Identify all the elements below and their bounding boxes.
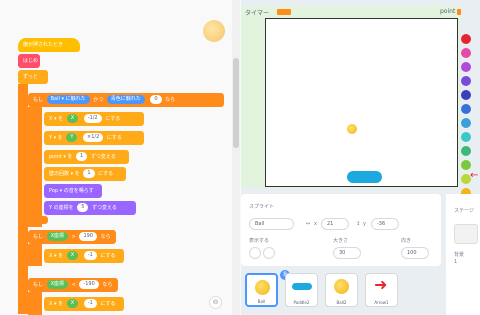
change-y-block[interactable]: Y の座標を 5 ずつ変える [44,201,136,215]
x-arrow-icon: ↔ [306,221,311,227]
color-swatch-0[interactable] [461,34,471,44]
if-block-1-end [28,216,48,224]
x-label: x [314,221,317,227]
color-swatch-8[interactable] [461,146,471,156]
green-flag-hat-block[interactable]: 旗が押されたとき [18,38,80,52]
touching-color-sensor[interactable]: 青色に触れた [106,95,145,104]
zoom-out-button[interactable]: ⊖ [209,296,222,309]
stage-monitors: タイマー point [241,6,461,18]
color-swatch-2[interactable] [461,62,471,72]
if-block-3[interactable]: もし X座標 < -190 なら [28,278,118,292]
ball-thumbnail [255,280,270,295]
stage-canvas[interactable] [265,18,458,187]
if-block-3-c-bar [28,292,42,315]
y-label: y [363,221,366,227]
color-swatch-6[interactable] [461,118,471,128]
sprite-card-name: Ball [257,299,266,304]
paddle-thumbnail [292,283,312,290]
ball2-thumbnail [334,279,349,294]
sprite-card-ball2[interactable]: Ball2 [325,273,358,307]
ball-sprite[interactable] [347,124,357,134]
color-swatch-3[interactable] [461,76,471,86]
show-visible-button[interactable] [249,247,261,259]
set-hit-count-block[interactable]: 壁の回数 ▾ を 1 にする [44,167,126,181]
play-sound-block[interactable]: Pop ▾ の音を鳴らす [44,184,102,198]
forever-c-bar [18,84,28,314]
change-point-block[interactable]: point ▾ を 1 ずつ変える [44,150,129,164]
forever-block[interactable]: ずっと [18,70,48,84]
code-scrollbar-thumb[interactable] [233,58,239,148]
y-arrow-icon: ↕ [356,221,361,227]
color-swatch-4[interactable] [461,90,471,100]
size-field[interactable]: 30 [333,247,361,259]
timer-monitor-label: タイマー [245,10,270,17]
sprite-card-arrow1[interactable]: ➜ Arrow1 [365,273,398,307]
sprite-name-field[interactable]: Ball [249,218,294,230]
arrow-right-icon: ➜ [374,275,388,294]
sprite-card-ball[interactable]: Ball [245,273,278,307]
sprite-thumbnail [203,20,225,42]
sprite-info-panel: スプライト Ball ↔ x 21 ↕ y -36 表示する 大きさ 30 向き… [241,194,441,266]
sprite-card-paddle2[interactable]: Paddle2 [285,273,318,307]
show-label: 表示する [249,238,270,244]
point-monitor-label: point [440,8,456,15]
y-field[interactable]: -36 [371,218,399,230]
set-y-block[interactable]: Y ▾ を Y ×1/2 にする [44,131,144,145]
sprite-card-name: Paddle2 [293,300,310,305]
point-monitor-value [457,9,461,15]
set-x-block-3[interactable]: X ▾ を X -1 にする [44,297,124,311]
sprite-card-name: Arrow1 [374,300,389,305]
if-block-2-c-bar [28,244,42,266]
stage-selector-panel[interactable]: ステージ 背景 1 [446,194,480,315]
stage-selector-title: ステージ [454,208,474,214]
color-swatch-9[interactable] [461,160,471,170]
code-area[interactable]: 旗が押されたとき はじめ ずっと もし Ball ▾ に触れた かつ 青色に触れ… [0,0,241,315]
if-block-1-c-bar [28,107,42,227]
size-label: 大きさ [333,238,349,244]
sprite-card-name: Ball2 [336,300,347,305]
color-swatch-7[interactable] [461,132,471,142]
set-x-block-2[interactable]: X ▾ を X -1 にする [44,249,124,263]
timer-monitor-value [277,9,291,15]
backdrop-thumbnail[interactable] [454,224,478,244]
if-block-1[interactable]: もし Ball ▾ に触れた かつ 青色に触れた 0 なら [28,93,224,107]
direction-label: 向き [401,238,412,244]
hide-button[interactable] [263,247,275,259]
paddle-sprite[interactable] [347,171,382,183]
sprite-label: スプライト [249,204,275,210]
code-scrollbar-track[interactable] [232,0,240,315]
color-swatch-1[interactable] [461,48,471,58]
backdrop-label: 背景 [454,252,465,258]
direction-field[interactable]: 100 [401,247,429,259]
touching-sensor[interactable]: Ball ▾ に触れた [46,95,90,104]
set-x-block[interactable]: X ▾ を X -1/2 にする [44,112,144,126]
x-field[interactable]: 21 [321,218,349,230]
color-swatch-5[interactable] [461,104,471,114]
start-block[interactable]: はじめ [18,54,40,68]
if-block-2[interactable]: もし X座標 > 190 なら [28,230,116,244]
value-slot[interactable]: 0 [150,95,162,104]
arrow-left-icon: ← [470,170,479,181]
backdrop-count: 1 [454,259,458,265]
